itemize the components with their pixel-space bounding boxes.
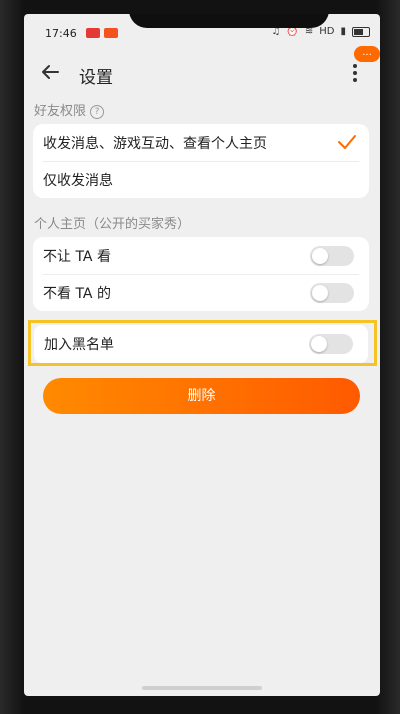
more-vertical-icon[interactable] [352,63,358,83]
dont-see-them-row: 不看 TA 的 [33,274,369,311]
notification-app-icon [104,28,118,38]
toggle-knob [312,248,328,264]
status-time: 17:46 [45,27,77,40]
network-label: HD [319,26,335,37]
help-icon[interactable]: ? [90,105,105,119]
phone-frame: 17:46 ♫ ⏰ ≋ HD ▮ 设置 ... 好友权限 ? 收发消息、游戏互动… [0,0,400,714]
permission-option-label: 收发消息、游戏互动、查看个人主页 [43,135,267,152]
hide-from-them-label: 不让 TA 看 [43,248,111,265]
hide-from-them-row: 不让 TA 看 [33,237,369,274]
signal-icon: ▮ [340,26,346,37]
permission-option-label: 仅收发消息 [43,172,113,189]
dont-see-them-toggle[interactable] [310,283,354,303]
permission-option-full[interactable]: 收发消息、游戏互动、查看个人主页 [33,124,369,161]
checkmark-icon [338,135,356,149]
notification-app-icon [86,28,100,38]
battery-icon [352,27,370,37]
homepage-card: 不让 TA 看 不看 TA 的 [33,237,369,311]
highlight-frame [28,320,377,366]
camera-notch [129,14,329,28]
friend-permissions-card: 收发消息、游戏互动、查看个人主页 仅收发消息 [33,124,369,198]
page-title: 设置 [79,68,113,88]
friend-permissions-label-text: 好友权限 [34,104,87,119]
friend-permissions-label: 好友权限? [34,100,105,119]
message-badge[interactable]: ... [354,46,380,62]
hide-from-them-toggle[interactable] [310,246,354,266]
dont-see-them-label: 不看 TA 的 [43,285,111,302]
permission-option-messages-only[interactable]: 仅收发消息 [33,161,369,198]
home-indicator [142,686,262,690]
screen: 17:46 ♫ ⏰ ≋ HD ▮ 设置 ... 好友权限 ? 收发消息、游戏互动… [24,14,380,696]
header: 设置 [24,50,380,94]
homepage-section-label: 个人主页（公开的买家秀） [34,217,191,232]
delete-button[interactable]: 删除 [43,378,360,414]
back-arrow-icon[interactable] [38,60,62,84]
toggle-knob [312,285,328,301]
